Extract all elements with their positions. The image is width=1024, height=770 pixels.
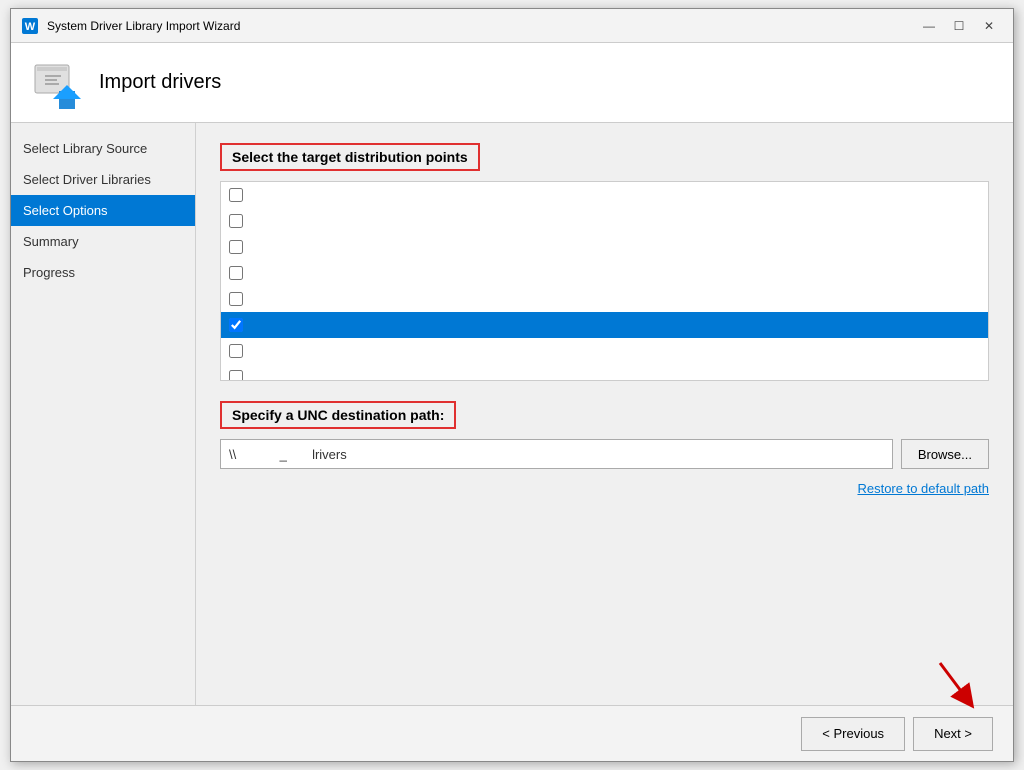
distribution-section-label: Select the target distribution points <box>220 143 480 171</box>
distribution-checkbox-7[interactable] <box>229 344 243 358</box>
maximize-button[interactable]: ☐ <box>945 15 973 37</box>
distribution-row-7 <box>221 338 988 364</box>
sidebar-item-summary[interactable]: Summary <box>11 226 195 257</box>
header-area: Import drivers <box>11 43 1013 123</box>
title-bar-controls: — ☐ ✕ <box>915 15 1003 37</box>
distribution-checkbox-3[interactable] <box>229 240 243 254</box>
unc-row: Browse... <box>220 439 989 469</box>
browse-button[interactable]: Browse... <box>901 439 989 469</box>
distribution-checkbox-6[interactable] <box>229 318 243 332</box>
close-button[interactable]: ✕ <box>975 15 1003 37</box>
sidebar-item-select-options[interactable]: Select Options <box>11 195 195 226</box>
distribution-checkbox-5[interactable] <box>229 292 243 306</box>
wizard-window: W System Driver Library Import Wizard — … <box>10 8 1014 762</box>
window-title: System Driver Library Import Wizard <box>47 19 240 33</box>
sidebar-item-select-driver-libraries[interactable]: Select Driver Libraries <box>11 164 195 195</box>
unc-path-input[interactable] <box>220 439 893 469</box>
svg-text:W: W <box>25 21 36 33</box>
distribution-checkbox-1[interactable] <box>229 188 243 202</box>
distribution-row-2 <box>221 208 988 234</box>
unc-section-label: Specify a UNC destination path: <box>220 401 456 429</box>
distribution-list[interactable] <box>220 181 989 381</box>
distribution-row-4 <box>221 260 988 286</box>
distribution-checkbox-2[interactable] <box>229 214 243 228</box>
next-button[interactable]: Next > <box>913 717 993 751</box>
sidebar-item-select-library-source[interactable]: Select Library Source <box>11 133 195 164</box>
distribution-row-3 <box>221 234 988 260</box>
distribution-row-8 <box>221 364 988 381</box>
sidebar: Select Library Source Select Driver Libr… <box>11 123 196 705</box>
restore-default-path-link[interactable]: Restore to default path <box>220 481 989 496</box>
title-bar-icon: W <box>21 17 39 35</box>
content-area: Select Library Source Select Driver Libr… <box>11 123 1013 705</box>
minimize-button[interactable]: — <box>915 15 943 37</box>
next-button-arrow-indicator <box>925 653 985 713</box>
previous-button[interactable]: < Previous <box>801 717 905 751</box>
distribution-row-1 <box>221 182 988 208</box>
footer: < Previous Next > <box>11 705 1013 761</box>
distribution-row-5 <box>221 286 988 312</box>
distribution-checkbox-4[interactable] <box>229 266 243 280</box>
import-drivers-icon <box>31 57 83 109</box>
sidebar-item-progress[interactable]: Progress <box>11 257 195 288</box>
title-bar-left: W System Driver Library Import Wizard <box>21 17 240 35</box>
distribution-row-6 <box>221 312 988 338</box>
main-panel: Select the target distribution points <box>196 123 1013 705</box>
title-bar: W System Driver Library Import Wizard — … <box>11 9 1013 43</box>
header-title: Import drivers <box>99 71 221 94</box>
distribution-checkbox-8[interactable] <box>229 370 243 381</box>
